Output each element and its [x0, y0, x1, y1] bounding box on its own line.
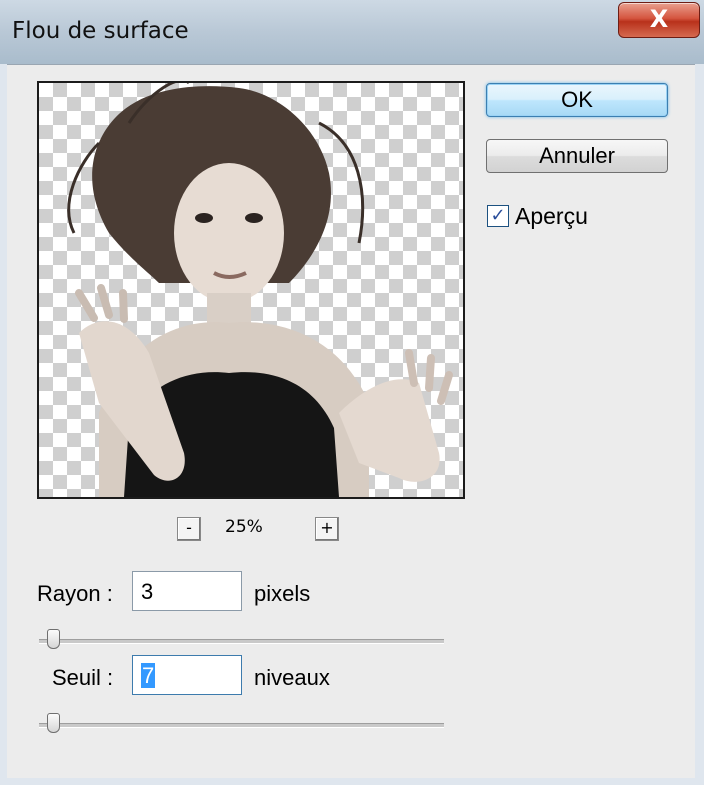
cancel-button[interactable]: Annuler: [486, 139, 668, 173]
close-button[interactable]: X: [618, 2, 700, 38]
dialog-client-area: - 25% + OK Annuler ✓ Aperçu Rayon : 3 pi…: [7, 64, 695, 778]
radius-label: Rayon :: [37, 581, 113, 606]
preview-checkbox[interactable]: ✓: [487, 205, 509, 227]
radius-input[interactable]: 3: [132, 571, 242, 611]
radius-unit: pixels: [254, 581, 311, 606]
title-bar[interactable]: Flou de surface X: [0, 0, 704, 64]
zoom-out-button[interactable]: -: [177, 517, 201, 541]
threshold-label: Seuil :: [52, 665, 114, 690]
preview-checkbox-label: Aperçu: [515, 203, 588, 229]
checkmark-icon: ✓: [490, 205, 506, 226]
preview-image: [67, 83, 453, 497]
threshold-value: 7: [141, 663, 156, 688]
zoom-in-button[interactable]: +: [315, 517, 339, 541]
dialog-title: Flou de surface: [12, 18, 189, 44]
preview-canvas[interactable]: [37, 81, 465, 499]
threshold-input[interactable]: 7: [132, 655, 242, 695]
radius-slider-thumb[interactable]: [47, 629, 61, 649]
threshold-slider-track[interactable]: [39, 723, 444, 728]
radius-slider-track[interactable]: [39, 639, 444, 644]
threshold-slider-thumb[interactable]: [47, 713, 61, 733]
threshold-unit: niveaux: [254, 665, 330, 690]
dialog-window: Flou de surface X - 25% + OK Annuler ✓ A…: [0, 0, 704, 785]
ok-button[interactable]: OK: [486, 83, 668, 117]
zoom-level: 25%: [225, 517, 263, 537]
close-icon: X: [649, 5, 669, 33]
